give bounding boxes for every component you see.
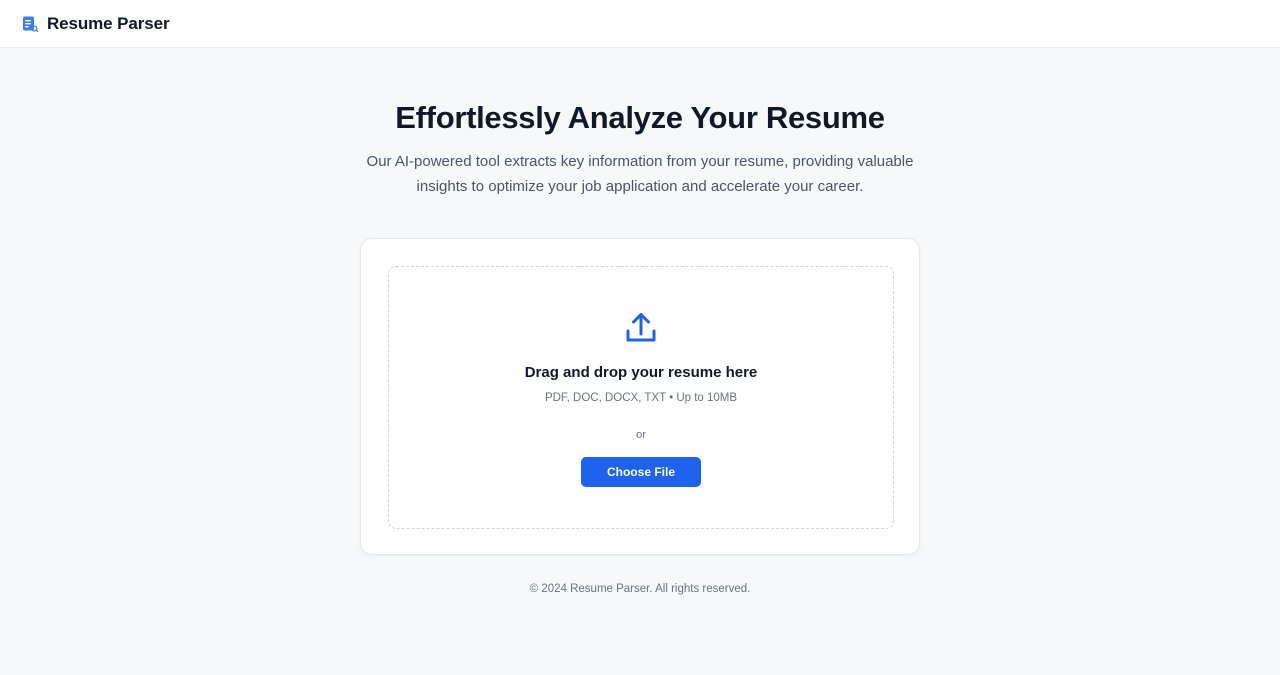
top-navbar: Resume Parser (0, 0, 1280, 48)
footer-copyright: © 2024 Resume Parser. All rights reserve… (529, 583, 751, 595)
accepted-formats: PDF, DOC, DOCX, TXT • Up to 10MB (544, 392, 738, 404)
app-name[interactable]: Resume Parser (47, 14, 170, 34)
upload-icon (622, 309, 660, 347)
upload-card: Drag and drop your resume here PDF, DOC,… (360, 238, 920, 555)
dropzone-title: Drag and drop your resume here (524, 364, 758, 381)
document-icon (22, 16, 38, 32)
file-dropzone[interactable]: Drag and drop your resume here PDF, DOC,… (388, 266, 894, 529)
choose-file-button[interactable]: Choose File (581, 457, 701, 487)
page-title: Effortlessly Analyze Your Resume (395, 100, 885, 135)
page-subtitle: Our AI-powered tool extracts key informa… (366, 153, 914, 195)
or-divider: or (636, 429, 646, 441)
